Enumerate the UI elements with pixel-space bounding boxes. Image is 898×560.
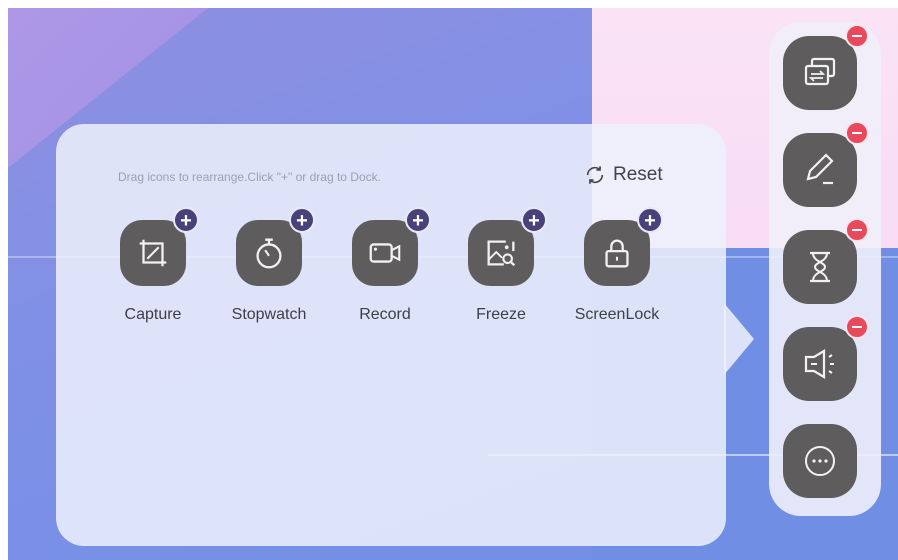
speaker-icon — [804, 349, 834, 379]
dock-item-pen[interactable] — [783, 121, 869, 207]
tool-label: Stopwatch — [231, 306, 307, 323]
hourglass-icon — [810, 251, 830, 283]
tool-edit-panel: Drag icons to rearrange.Click "+" or dra… — [56, 124, 726, 546]
reset-button[interactable]: Reset — [584, 164, 663, 186]
add-to-dock-button[interactable]: + — [637, 207, 663, 233]
remove-from-dock-button[interactable] — [845, 218, 869, 242]
freeze-tile[interactable]: + — [468, 207, 547, 286]
tool-capture[interactable]: + Capture — [98, 207, 208, 324]
record-tile[interactable]: + — [352, 207, 431, 286]
crop-icon — [139, 239, 167, 267]
tool-record[interactable]: + Record — [330, 207, 440, 324]
remove-from-dock-button[interactable] — [845, 24, 869, 48]
add-to-dock-button[interactable]: + — [173, 207, 199, 233]
remove-from-dock-button[interactable] — [845, 121, 869, 145]
instruction-text: Drag icons to rearrange.Click "+" or dra… — [118, 170, 381, 184]
panel-pointer — [724, 303, 754, 375]
reset-label: Reset — [613, 164, 663, 185]
screen-switch-icon — [804, 57, 836, 86]
tool-stopwatch[interactable]: + Stopwatch — [214, 207, 324, 324]
dock-item-more[interactable] — [783, 424, 857, 498]
lock-icon — [605, 239, 629, 268]
dock-item-timer[interactable] — [783, 218, 869, 304]
add-to-dock-button[interactable]: + — [521, 207, 547, 233]
screenlock-tile[interactable]: + — [584, 207, 663, 286]
remove-from-dock-button[interactable] — [845, 315, 869, 339]
tool-label: Capture — [124, 306, 182, 323]
dock — [769, 22, 881, 516]
add-to-dock-button[interactable]: + — [405, 207, 431, 233]
stopwatch-tile[interactable]: + — [236, 207, 315, 286]
tool-label: Freeze — [476, 306, 526, 323]
tool-freeze[interactable]: + Freeze — [446, 207, 556, 324]
stopwatch-icon — [256, 238, 282, 269]
add-to-dock-button[interactable]: + — [289, 207, 315, 233]
dock-item-screen-switch[interactable] — [783, 24, 869, 110]
dock-item-speaker[interactable] — [783, 315, 869, 401]
capture-tile[interactable]: + — [120, 207, 199, 286]
video-camera-icon — [369, 243, 401, 263]
image-search-icon — [487, 240, 516, 267]
more-icon — [805, 446, 835, 476]
tool-screenlock[interactable]: + ScreenLock — [562, 207, 672, 324]
pen-icon — [806, 153, 834, 185]
tool-label: ScreenLock — [574, 306, 660, 323]
refresh-icon — [586, 166, 604, 184]
tool-label: Record — [359, 306, 411, 323]
